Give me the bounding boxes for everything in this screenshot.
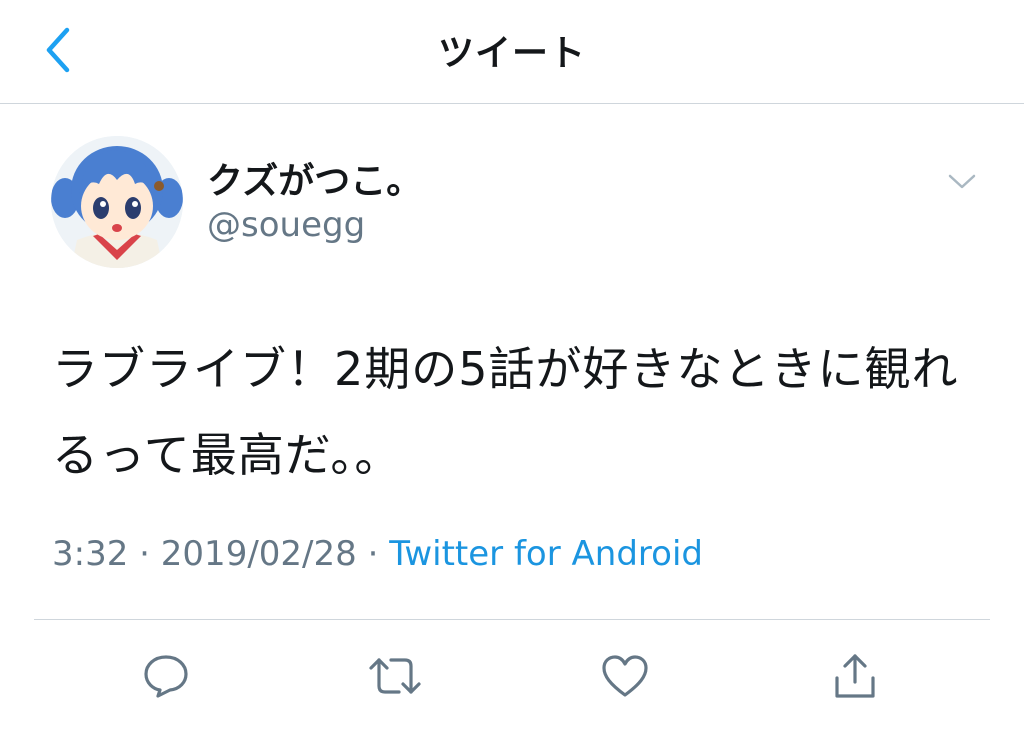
- meta-separator: ·: [356, 534, 390, 574]
- page-title: ツイート: [437, 33, 586, 74]
- tweet-detail-screen: ツイート クズがつこ。 @souegg ラブライブ！2期の5話が好きなときに観れ…: [0, 0, 1024, 729]
- heart-icon: [602, 655, 648, 697]
- anime-girl-avatar-icon: [51, 136, 183, 268]
- like-button[interactable]: [597, 648, 653, 704]
- author-handle[interactable]: @souegg: [207, 205, 365, 245]
- meta-separator: ·: [128, 534, 161, 574]
- tweet-source-link[interactable]: Twitter for Android: [389, 534, 703, 574]
- author-display-name[interactable]: クズがつこ。: [207, 152, 422, 204]
- tweet-meta: 3:32 · 2019/02/28 · Twitter for Android: [52, 534, 703, 574]
- top-navigation-bar: ツイート: [0, 0, 1024, 104]
- chevron-down-icon: [948, 174, 976, 189]
- share-icon: [835, 654, 875, 698]
- tweet-text: ラブライブ！2期の5話が好きなときに観れるって最高だ。。: [52, 342, 959, 482]
- retweet-icon: [369, 658, 421, 694]
- reply-button[interactable]: [138, 648, 194, 704]
- retweet-button[interactable]: [367, 648, 423, 704]
- tweet-menu-button[interactable]: [940, 166, 984, 198]
- tweet-time: 3:32: [52, 534, 129, 574]
- share-button[interactable]: [827, 648, 883, 704]
- reply-icon: [144, 655, 188, 698]
- avatar[interactable]: [51, 136, 183, 268]
- divider: [34, 619, 990, 620]
- tweet-date: 2019/02/28: [160, 534, 357, 574]
